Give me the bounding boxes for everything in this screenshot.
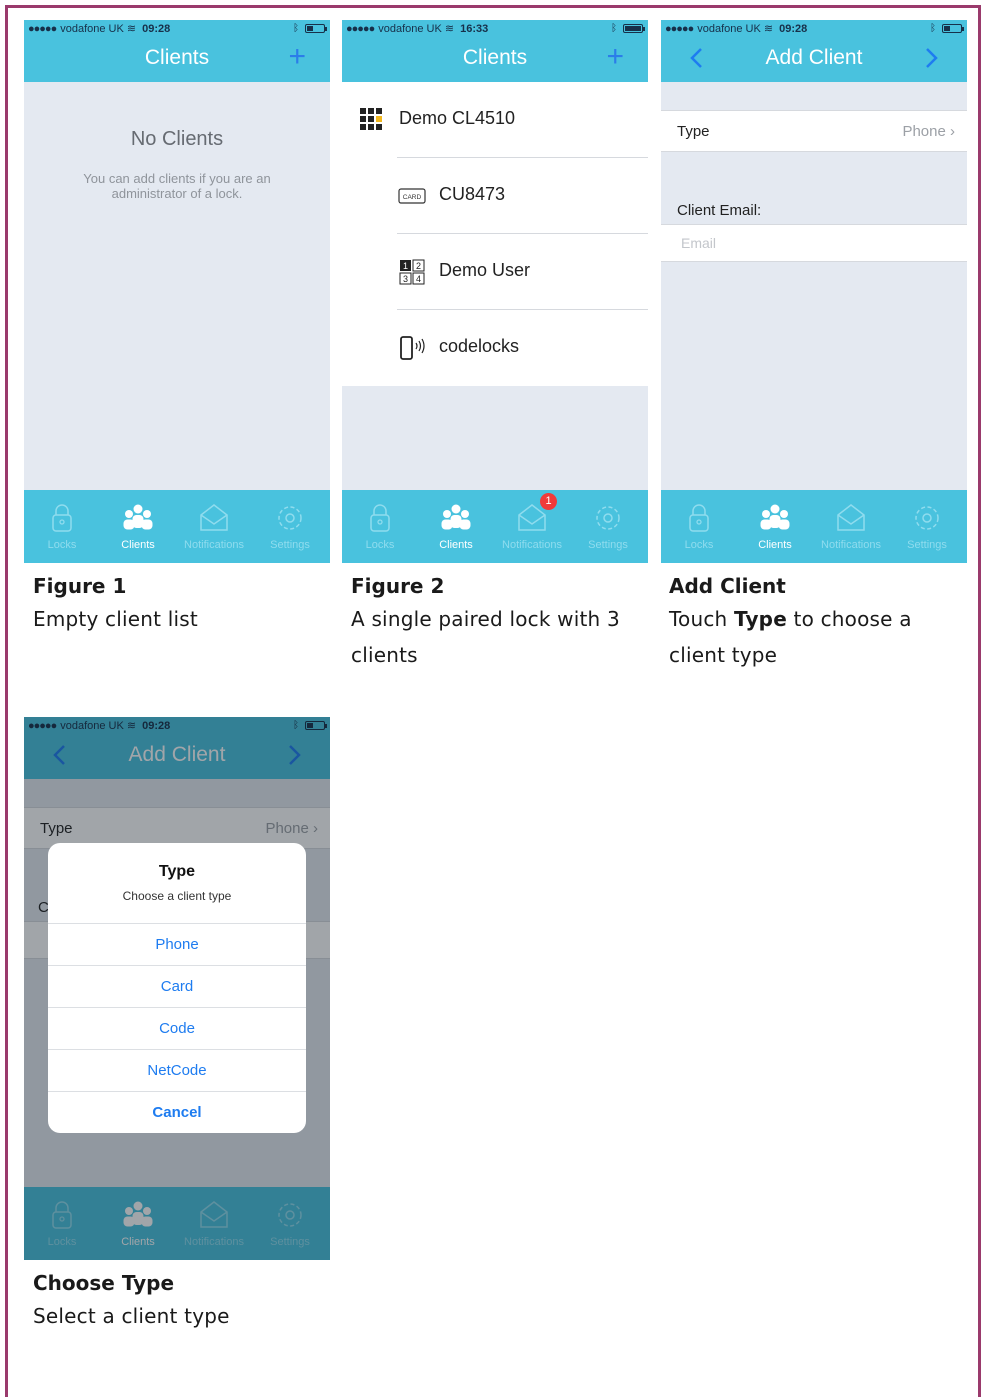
nav-bar: Clients + — [342, 36, 648, 82]
tab-notifications[interactable]: Notifications — [813, 490, 889, 563]
caption-add-client: Add Client Touch Type to choose a client… — [669, 571, 961, 673]
tab-settings[interactable]: Settings — [570, 490, 646, 563]
caption-title: Figure 1 — [33, 574, 127, 598]
caption-text: Select a client type — [33, 1304, 230, 1328]
gear-icon — [596, 506, 620, 530]
client-name: Demo CL4510 — [399, 108, 516, 128]
email-label: Client Email: — [677, 202, 762, 219]
email-placeholder: Email — [681, 235, 717, 251]
notification-badge: 1 — [540, 493, 557, 510]
client-name: CU8473 — [439, 184, 506, 204]
tab-bar: Locks Clients Notifications Settings — [661, 490, 967, 563]
caption-figure-2: Figure 2 A single paired lock with 3 cli… — [351, 571, 651, 673]
lock-icon — [52, 504, 72, 532]
bluetooth-icon: ᛒ — [611, 23, 617, 34]
svg-text:2: 2 — [416, 261, 421, 271]
client-list: Demo CL4510 CARD CU8473 1 2 3 4 Demo Use… — [342, 82, 648, 386]
tab-clients[interactable]: Clients — [418, 490, 494, 563]
code-grid-icon: 1 2 3 4 — [399, 259, 425, 285]
tab-clients[interactable]: Clients — [737, 490, 813, 563]
people-icon — [123, 504, 153, 530]
lock-icon — [370, 504, 390, 532]
wifi-icon: ≋ — [763, 23, 774, 35]
empty-state-title: No Clients — [130, 128, 224, 150]
nav-bar: Clients + — [24, 36, 330, 82]
bluetooth-icon: ᛒ — [930, 23, 936, 34]
caption-title: Choose Type — [33, 1271, 175, 1295]
empty-state-text: You can add clients if you are an admini… — [83, 171, 271, 201]
plus-icon[interactable]: + — [606, 41, 624, 73]
status-bar: ●●●●● vodafone UK ≋ 16:33 ᛒ — [342, 20, 648, 36]
caption-title: Add Client — [669, 574, 786, 598]
client-row[interactable]: codelocks — [342, 310, 648, 386]
caption-title: Figure 2 — [351, 574, 445, 598]
status-bar: ●●●●● vodafone UK ≋ 09:28 ᛒ — [661, 20, 967, 36]
screen-choose-type: ●●●●● vodafone UK ≋ 09:28 ᛒ Add Client Typ… — [24, 717, 330, 1260]
envelope-icon — [837, 504, 865, 531]
phone-signal-icon — [400, 336, 425, 360]
type-label: Type — [677, 123, 710, 140]
type-value: Phone — [902, 123, 946, 140]
nav-bar: Add Client — [661, 36, 967, 82]
page-title: Clients — [462, 46, 528, 69]
tab-notifications[interactable]: Notifications — [176, 490, 252, 563]
bluetooth-icon: ᛒ — [293, 23, 299, 34]
tab-settings[interactable]: Settings — [252, 490, 328, 563]
option-phone[interactable]: Phone — [48, 923, 306, 965]
client-row[interactable]: Demo CL4510 — [342, 82, 648, 158]
people-icon — [441, 504, 471, 530]
email-field[interactable]: Email — [661, 224, 967, 262]
svg-text:1: 1 — [403, 261, 408, 271]
status-bar: ●●●●● vodafone UK ≋ 09:28 ᛒ — [24, 20, 330, 36]
screen-clients-empty: ●●●●● vodafone UK ≋ 09:28 ᛒ Clients + No C… — [24, 20, 330, 563]
svg-text:3: 3 — [403, 274, 408, 284]
sheet-title: Type — [158, 863, 196, 880]
tab-settings[interactable]: Settings — [889, 490, 965, 563]
sheet-message: Choose a client type — [122, 889, 232, 903]
cancel-button[interactable]: Cancel — [48, 1091, 306, 1133]
chevron-right-icon: › — [950, 123, 955, 140]
caption-choose-type: Choose Type Select a client type — [33, 1268, 333, 1334]
svg-text:CARD: CARD — [403, 194, 422, 201]
tab-bar: Locks Clients 1 Notifications Settings — [342, 490, 648, 563]
envelope-icon — [200, 504, 228, 531]
page-title: Clients — [144, 46, 210, 69]
tab-bar: Locks Clients Notifications Settings — [24, 490, 330, 563]
tab-clients[interactable]: Clients — [100, 490, 176, 563]
type-action-sheet: Type Choose a client type Phone Card Cod… — [48, 843, 306, 1133]
option-card[interactable]: Card — [48, 965, 306, 1007]
option-netcode[interactable]: NetCode — [48, 1049, 306, 1091]
battery-icon — [305, 24, 327, 33]
wifi-icon: ≋ — [126, 23, 137, 35]
client-name: Demo User — [439, 260, 531, 280]
card-icon: CARD — [398, 188, 426, 204]
gear-icon — [915, 506, 939, 530]
option-code[interactable]: Code — [48, 1007, 306, 1049]
lock-icon — [689, 504, 709, 532]
battery-icon — [623, 24, 645, 33]
plus-icon[interactable]: + — [288, 41, 306, 73]
chevron-right-icon[interactable] — [917, 44, 945, 72]
screen-clients-list: ●●●●● vodafone UK ≋ 16:33 ᛒ Clients + Demo… — [342, 20, 648, 563]
tab-locks[interactable]: Locks — [24, 490, 100, 563]
wifi-icon: ≋ — [444, 23, 455, 35]
type-cell[interactable]: Type Phone › — [661, 110, 967, 152]
client-name: codelocks — [439, 336, 520, 356]
tab-notifications[interactable]: 1 Notifications — [494, 490, 570, 563]
keypad-lock-icon — [360, 108, 382, 130]
gear-icon — [278, 506, 302, 530]
caption-text: Touch Type to choose a client type — [669, 607, 912, 667]
battery-icon — [942, 24, 964, 33]
client-row[interactable]: 1 2 3 4 Demo User — [342, 234, 648, 310]
screen-add-client: ●●●●● vodafone UK ≋ 09:28 ᛒ Add Client Typ… — [661, 20, 967, 563]
svg-text:4: 4 — [416, 274, 421, 284]
caption-figure-1: Figure 1 Empty client list — [33, 571, 333, 637]
caption-text: A single paired lock with 3 clients — [351, 607, 620, 667]
tab-locks[interactable]: Locks — [661, 490, 737, 563]
tab-locks[interactable]: Locks — [342, 490, 418, 563]
client-row[interactable]: CARD CU8473 — [342, 158, 648, 234]
people-icon — [760, 504, 790, 530]
caption-text: Empty client list — [33, 607, 198, 631]
